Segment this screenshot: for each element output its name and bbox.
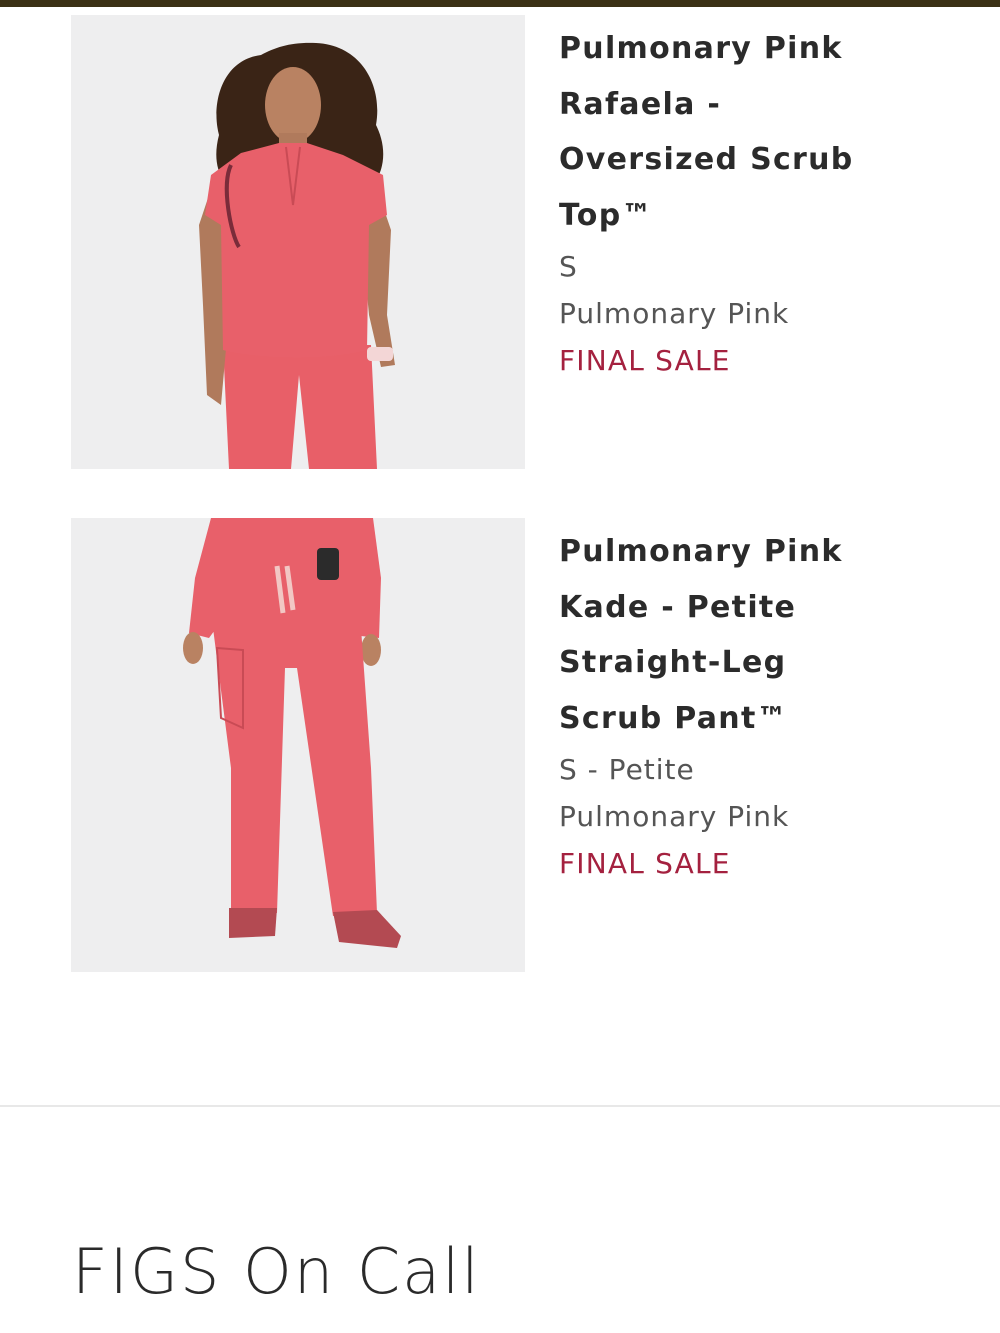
product-name[interactable]: Pulmonary Pink Kade - Petite Straight-Le… [559,524,859,746]
section-divider [0,1105,1000,1107]
product-info: Pulmonary Pink Rafaela - Oversized Scrub… [559,21,859,384]
product-image[interactable] [71,15,525,469]
scrub-pant-photo [71,518,525,972]
product-color: Pulmonary Pink [559,800,790,833]
section-title: FIGS On Call [72,1235,481,1308]
order-item[interactable]: Pulmonary Pink Kade - Petite Straight-Le… [71,518,931,972]
product-name[interactable]: Pulmonary Pink Rafaela - Oversized Scrub… [559,21,859,243]
product-info: Pulmonary Pink Kade - Petite Straight-Le… [559,524,859,887]
final-sale-label: FINAL SALE [559,344,731,377]
product-image[interactable] [71,518,525,972]
product-color: Pulmonary Pink [559,297,790,330]
product-size: S [559,250,578,283]
order-item[interactable]: Pulmonary Pink Rafaela - Oversized Scrub… [71,15,931,469]
scrub-top-photo [71,15,525,469]
product-size: S - Petite [559,753,695,786]
top-header-bar [0,0,1000,7]
final-sale-label: FINAL SALE [559,847,731,880]
